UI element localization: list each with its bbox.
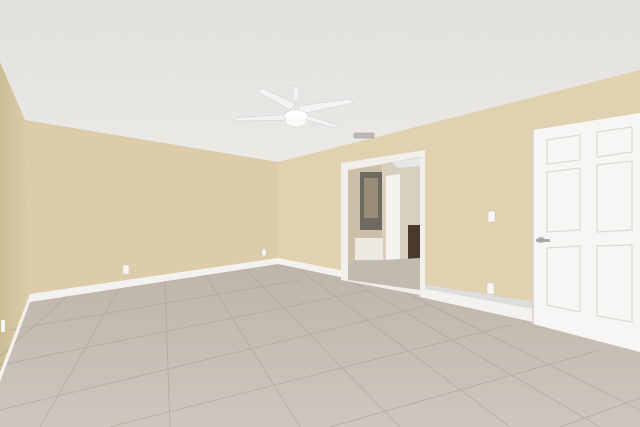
white-six-panel-door[interactable] bbox=[532, 113, 640, 352]
open-doorway[interactable] bbox=[341, 150, 425, 296]
ceiling-vent bbox=[353, 132, 375, 139]
wall-outlet bbox=[122, 264, 130, 275]
bathroom-tub bbox=[355, 238, 383, 260]
wall-outlet bbox=[261, 248, 267, 257]
room-photo bbox=[0, 0, 640, 427]
wall-outlet bbox=[486, 282, 495, 295]
dresser bbox=[408, 225, 420, 259]
light-switch[interactable] bbox=[487, 210, 496, 223]
wall-outlet bbox=[1, 320, 5, 332]
